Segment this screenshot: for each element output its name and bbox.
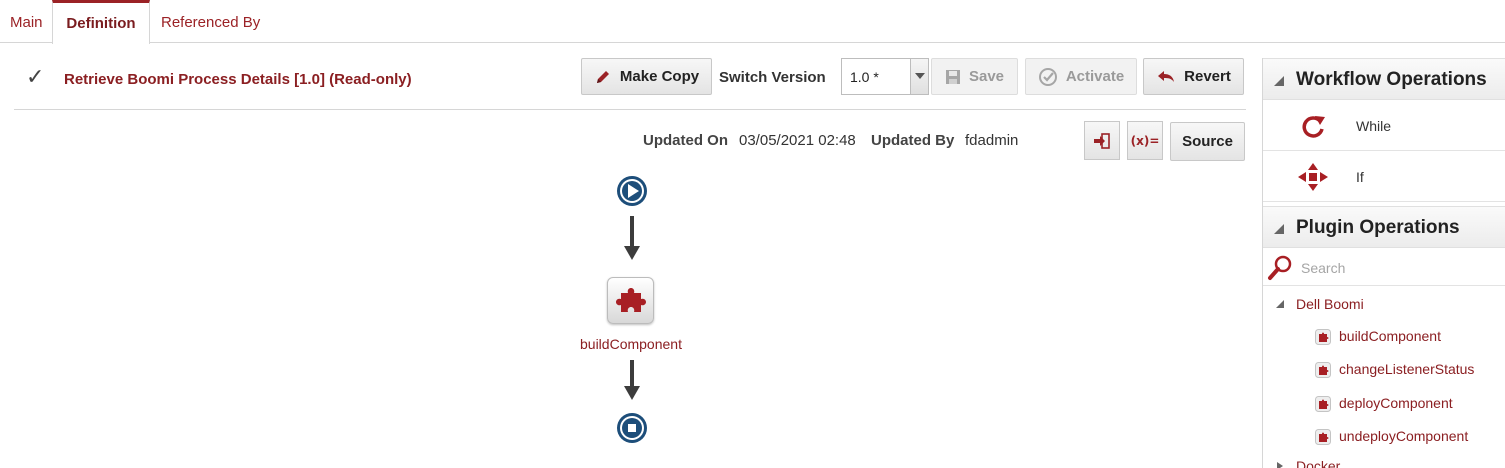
tree-item-label: changeListenerStatus: [1339, 361, 1475, 377]
source-button[interactable]: Source: [1170, 122, 1245, 161]
arrow-down-icon: [624, 360, 640, 400]
tree-item-label: undeployComponent: [1339, 428, 1469, 444]
search-input[interactable]: [1301, 258, 1496, 278]
build-component-node[interactable]: [607, 277, 654, 324]
tree-item-deploycomponent[interactable]: deployComponent: [1263, 392, 1505, 416]
workflow-item-label: While: [1356, 118, 1392, 134]
switch-version-label: Switch Version: [719, 69, 826, 86]
end-node-icon[interactable]: [616, 412, 648, 444]
puzzle-piece-icon: [1315, 429, 1331, 445]
tree-item-buildcomponent[interactable]: buildComponent: [1263, 325, 1505, 349]
workflow-operations-header[interactable]: Workflow Operations: [1263, 58, 1505, 100]
expanded-triangle-icon: [1276, 300, 1284, 308]
arrow-down-icon: [624, 216, 640, 260]
puzzle-piece-icon: [1315, 396, 1331, 412]
search-icon: [1268, 255, 1292, 280]
checkmark-icon: ✓: [26, 64, 45, 89]
revert-button[interactable]: Revert: [1143, 58, 1244, 95]
collapse-triangle-icon: [1274, 224, 1284, 234]
tree-item-changelistenerstatus[interactable]: changeListenerStatus: [1263, 358, 1505, 382]
process-title: Retrieve Boomi Process Details [1.0] (Re…: [64, 71, 412, 88]
tab-definition[interactable]: Definition: [52, 0, 150, 44]
updated-on-value: 03/05/2021 02:48: [739, 132, 856, 149]
variables-label: (x)=: [1130, 133, 1160, 148]
make-copy-label: Make Copy: [619, 68, 700, 85]
version-value: 1.0 *: [850, 69, 879, 85]
tree-group-dell-boomi[interactable]: Dell Boomi: [1263, 294, 1505, 316]
tree-group-label: Dell Boomi: [1296, 296, 1364, 312]
version-select[interactable]: 1.0 *: [841, 58, 929, 95]
tree-group-label: Docker: [1296, 458, 1341, 468]
tab-referenced-by[interactable]: Referenced By: [151, 0, 270, 43]
floppy-disk-icon: [945, 69, 960, 84]
tab-main[interactable]: Main: [0, 0, 53, 43]
updated-on-label: Updated On: [643, 132, 728, 149]
plugin-search: [1263, 250, 1505, 286]
source-label: Source: [1182, 133, 1233, 150]
start-node-icon[interactable]: [616, 175, 648, 207]
loop-icon: [1296, 111, 1330, 141]
variables-button[interactable]: (x)=: [1127, 121, 1163, 160]
component-label[interactable]: buildComponent: [580, 336, 682, 352]
puzzle-piece-icon: [1315, 329, 1331, 345]
activate-button[interactable]: Activate: [1025, 58, 1137, 95]
tree-group-docker[interactable]: Docker: [1263, 456, 1505, 468]
save-button[interactable]: Save: [931, 58, 1018, 95]
save-label: Save: [968, 68, 1005, 85]
export-icon: [1094, 132, 1110, 149]
tree-item-undeploycomponent[interactable]: undeployComponent: [1263, 425, 1505, 449]
collapse-triangle-icon: [1274, 76, 1284, 86]
pencil-icon: [596, 70, 609, 83]
plugin-operations-title: Plugin Operations: [1296, 217, 1460, 238]
updated-by-value: fdadmin: [965, 132, 1019, 149]
activate-label: Activate: [1065, 68, 1125, 85]
make-copy-button[interactable]: Make Copy: [581, 58, 712, 95]
updated-by-label: Updated By: [871, 132, 955, 149]
puzzle-piece-icon: [1315, 362, 1331, 378]
tree-item-label: deployComponent: [1339, 395, 1453, 411]
collapsed-triangle-icon: [1277, 462, 1283, 468]
workflow-item-if[interactable]: If: [1263, 152, 1505, 202]
workflow-item-while[interactable]: While: [1263, 101, 1505, 151]
plugin-operations-header[interactable]: Plugin Operations: [1263, 206, 1505, 248]
workflow-item-label: If: [1356, 169, 1364, 185]
revert-label: Revert: [1184, 68, 1231, 85]
check-circle-icon: [1038, 67, 1057, 86]
puzzle-piece-icon: [615, 287, 646, 312]
workflow-operations-title: Workflow Operations: [1296, 69, 1487, 90]
chevron-down-icon[interactable]: [910, 59, 928, 94]
branch-arrows-icon: [1296, 162, 1330, 192]
divider: [14, 109, 1246, 110]
operations-panel: Workflow Operations While If Plugin Oper…: [1262, 58, 1505, 468]
undo-arrow-icon: [1158, 70, 1175, 82]
export-button[interactable]: [1084, 121, 1120, 160]
tab-bar: Main Definition Referenced By: [0, 0, 1505, 44]
tree-item-label: buildComponent: [1339, 328, 1441, 344]
